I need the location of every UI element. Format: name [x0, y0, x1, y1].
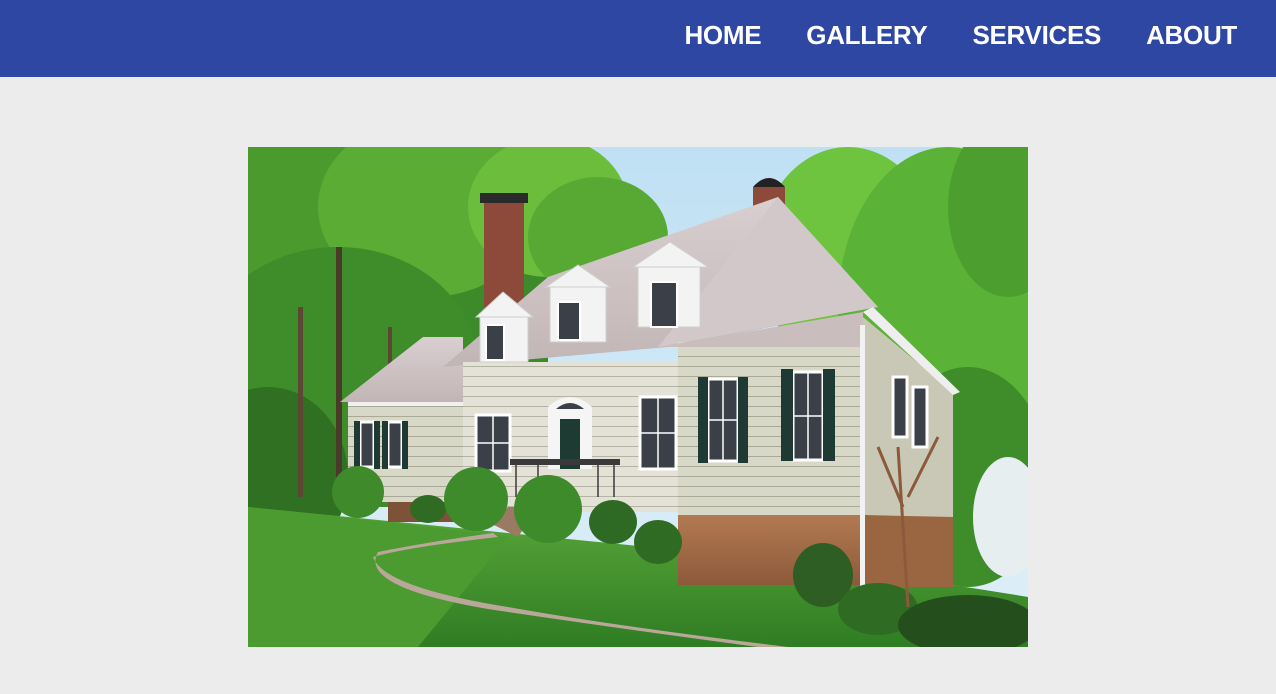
- nav-home-link[interactable]: HOME: [684, 20, 761, 57]
- nav-about-link[interactable]: ABOUT: [1146, 20, 1237, 57]
- house-photo-illustration: [248, 147, 1028, 647]
- main-nav: HOME GALLERY SERVICES ABOUT: [684, 0, 1276, 77]
- hero-house-image: [248, 147, 1028, 647]
- nav-services-link[interactable]: SERVICES: [972, 20, 1101, 57]
- top-navbar: HOME GALLERY SERVICES ABOUT: [0, 0, 1276, 77]
- nav-gallery-link[interactable]: GALLERY: [806, 20, 927, 57]
